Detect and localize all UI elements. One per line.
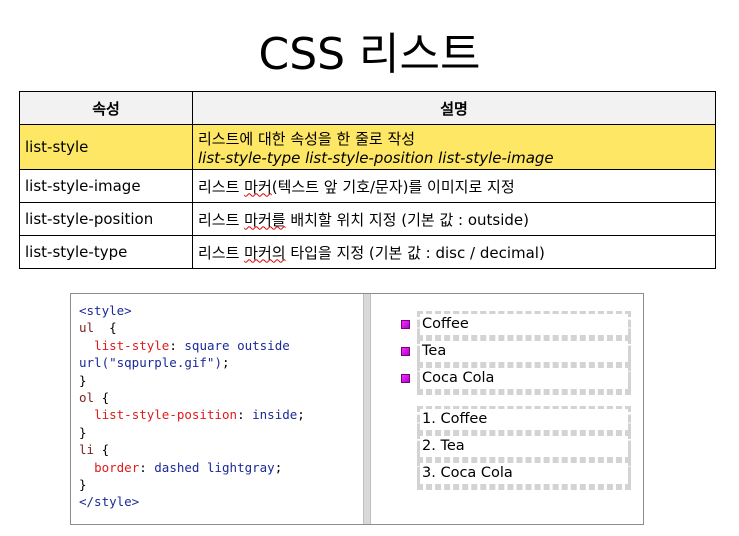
code-block: <style> ul { list-style: square outside … xyxy=(79,303,305,510)
cell-description: 리스트 마커의 타입을 지정 (기본 값 : disc / decimal) xyxy=(192,235,716,269)
properties-table: 속성 설명 list-style 리스트에 대한 속성을 한 줄로 작성 lis… xyxy=(19,91,716,269)
code-punct: } xyxy=(79,372,87,388)
code-demo-panel: <style> ul { list-style: square outside … xyxy=(70,293,644,525)
cell-description: 리스트 마커(텍스트 앞 기호/문자)를 이미지로 지정 xyxy=(192,169,716,203)
desc-part: 마커의 xyxy=(244,243,286,262)
code-selector: ul xyxy=(79,320,95,336)
list-item-text: Coca Cola xyxy=(422,370,495,386)
code-punct: } xyxy=(79,477,87,493)
cell-property: list-style xyxy=(19,124,193,170)
list-item: Coffee xyxy=(401,311,631,338)
code-punct: { xyxy=(94,320,117,336)
code-line: </style> xyxy=(79,494,140,510)
code-value: square outside xyxy=(184,337,290,353)
table-row: list-style-type 리스트 마커의 타입을 지정 (기본 값 : d… xyxy=(19,235,716,269)
list-item: Coca Cola xyxy=(401,365,631,392)
code-selector: li xyxy=(79,442,95,458)
table-row: list-style-position 리스트 마커를 배치할 위치 지정 (기… xyxy=(19,202,716,236)
code-punct: { xyxy=(94,390,110,406)
ordered-list: 1. Coffee 2. Tea 3. Coca Cola xyxy=(417,406,631,490)
code-punct: } xyxy=(79,424,87,440)
code-punct: { xyxy=(94,442,110,458)
desc-part: 마커 xyxy=(244,177,272,196)
square-bullet-icon xyxy=(401,320,410,329)
list-item: 1. Coffee xyxy=(417,406,631,433)
desc-part: 배치할 위치 지정 (기본 값 : outside) xyxy=(285,210,530,229)
list-item: Tea xyxy=(401,338,631,365)
code-punct: ; xyxy=(222,355,230,371)
code-punct: ; xyxy=(297,407,305,423)
desc-part: 리스트 xyxy=(198,210,245,229)
code-punct: ; xyxy=(274,459,283,475)
cell-description: 리스트 마커를 배치할 위치 지정 (기본 값 : outside) xyxy=(192,202,716,236)
cell-property: list-style-image xyxy=(19,169,193,203)
code-property: list-style-position xyxy=(94,407,238,423)
panel-divider xyxy=(363,294,371,524)
code-value: url("sqpurple.gif") xyxy=(79,355,222,371)
page-title: CSS 리스트 xyxy=(258,29,481,80)
description-text: 리스트에 대한 속성을 한 줄로 작성 xyxy=(198,129,416,148)
code-value: inside xyxy=(252,407,298,423)
table-row: list-style-image 리스트 마커(텍스트 앞 기호/문자)를 이미… xyxy=(19,169,716,203)
render-preview: Coffee Tea Coca Cola 1. Coffee 2. Tea 3.… xyxy=(371,294,643,524)
unordered-list: Coffee Tea Coca Cola xyxy=(401,311,631,395)
code-property: list-style xyxy=(94,337,170,353)
table-header-row: 속성 설명 xyxy=(19,91,716,125)
code-line: <style> xyxy=(79,303,132,318)
code-property: border xyxy=(94,459,140,475)
table-row: list-style 리스트에 대한 속성을 한 줄로 작성 list-styl… xyxy=(19,124,716,170)
header-description: 설명 xyxy=(192,91,716,125)
desc-part: 리스트 xyxy=(198,177,245,196)
list-item: 2. Tea xyxy=(417,433,631,460)
description-syntax: list-style-type list-style-position list… xyxy=(198,148,554,167)
desc-part: (텍스트 앞 기호/문자)를 이미지로 지정 xyxy=(271,177,515,196)
list-item-text: Tea xyxy=(422,343,447,359)
list-item: 3. Coca Cola xyxy=(417,460,631,487)
cell-property: list-style-position xyxy=(19,202,193,236)
desc-part: 리스트 xyxy=(198,243,245,262)
cell-description: 리스트에 대한 속성을 한 줄로 작성 list-style-type list… xyxy=(192,124,716,170)
cell-property: list-style-type xyxy=(19,235,193,269)
square-bullet-icon xyxy=(401,374,410,383)
square-bullet-icon xyxy=(401,347,410,356)
list-item-text: Coffee xyxy=(422,316,469,332)
code-selector: ol xyxy=(79,390,95,406)
desc-part: 마커를 xyxy=(244,210,286,229)
code-value: dashed lightgray xyxy=(154,459,275,475)
header-property: 속성 xyxy=(19,91,193,125)
desc-part: 타입을 지정 (기본 값 : disc / decimal) xyxy=(285,243,545,262)
